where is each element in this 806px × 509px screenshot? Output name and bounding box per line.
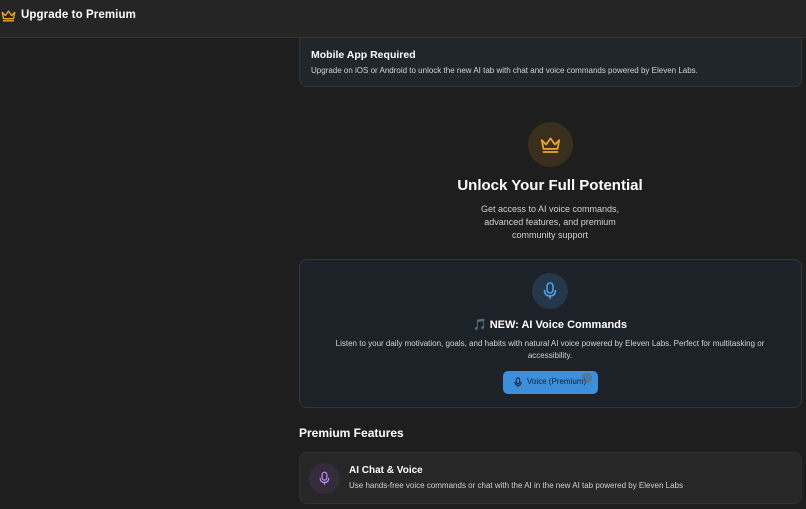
microphone-icon <box>319 471 330 485</box>
voice-promo-heading-text: NEW: AI Voice Commands <box>489 319 628 331</box>
microphone-icon <box>514 377 522 388</box>
header-bar: Upgrade to Premium <box>0 0 806 38</box>
hero-subtitle: Get access to AI voice commands, advance… <box>480 204 620 240</box>
feature-card-ai-chat-voice <box>299 452 802 504</box>
notice-title: Mobile App Required <box>311 49 416 61</box>
page-title: Upgrade to Premium <box>21 9 136 21</box>
voice-button-label: Voice (Premium) <box>527 377 587 386</box>
voice-promo-description: Listen to your daily motivation, goals, … <box>335 339 765 360</box>
mouse-cursor-indicator <box>582 373 592 383</box>
voice-mic-badge <box>532 273 568 309</box>
voice-promo-heading: 🎵 NEW: AI Voice Commands <box>430 318 670 331</box>
hero-crown-badge <box>528 122 573 167</box>
music-note-icon: 🎵 <box>472 319 487 331</box>
feature-title: AI Chat & Voice <box>349 465 423 476</box>
notice-description: Upgrade on iOS or Android to unlock the … <box>311 66 698 75</box>
microphone-icon <box>543 282 557 299</box>
hero-title: Unlock Your Full Potential <box>457 177 643 194</box>
mobile-app-notice: Mobile App Required Upgrade on iOS or An… <box>299 38 802 87</box>
upgrade-premium-page: Upgrade to Premium Mobile App Required U… <box>0 0 806 509</box>
premium-features-title: Premium Features <box>299 426 404 440</box>
feature-mic-badge <box>309 463 340 494</box>
feature-description: Use hands-free voice commands or chat wi… <box>349 481 683 490</box>
crown-icon <box>540 137 561 153</box>
crown-icon <box>1 10 16 22</box>
